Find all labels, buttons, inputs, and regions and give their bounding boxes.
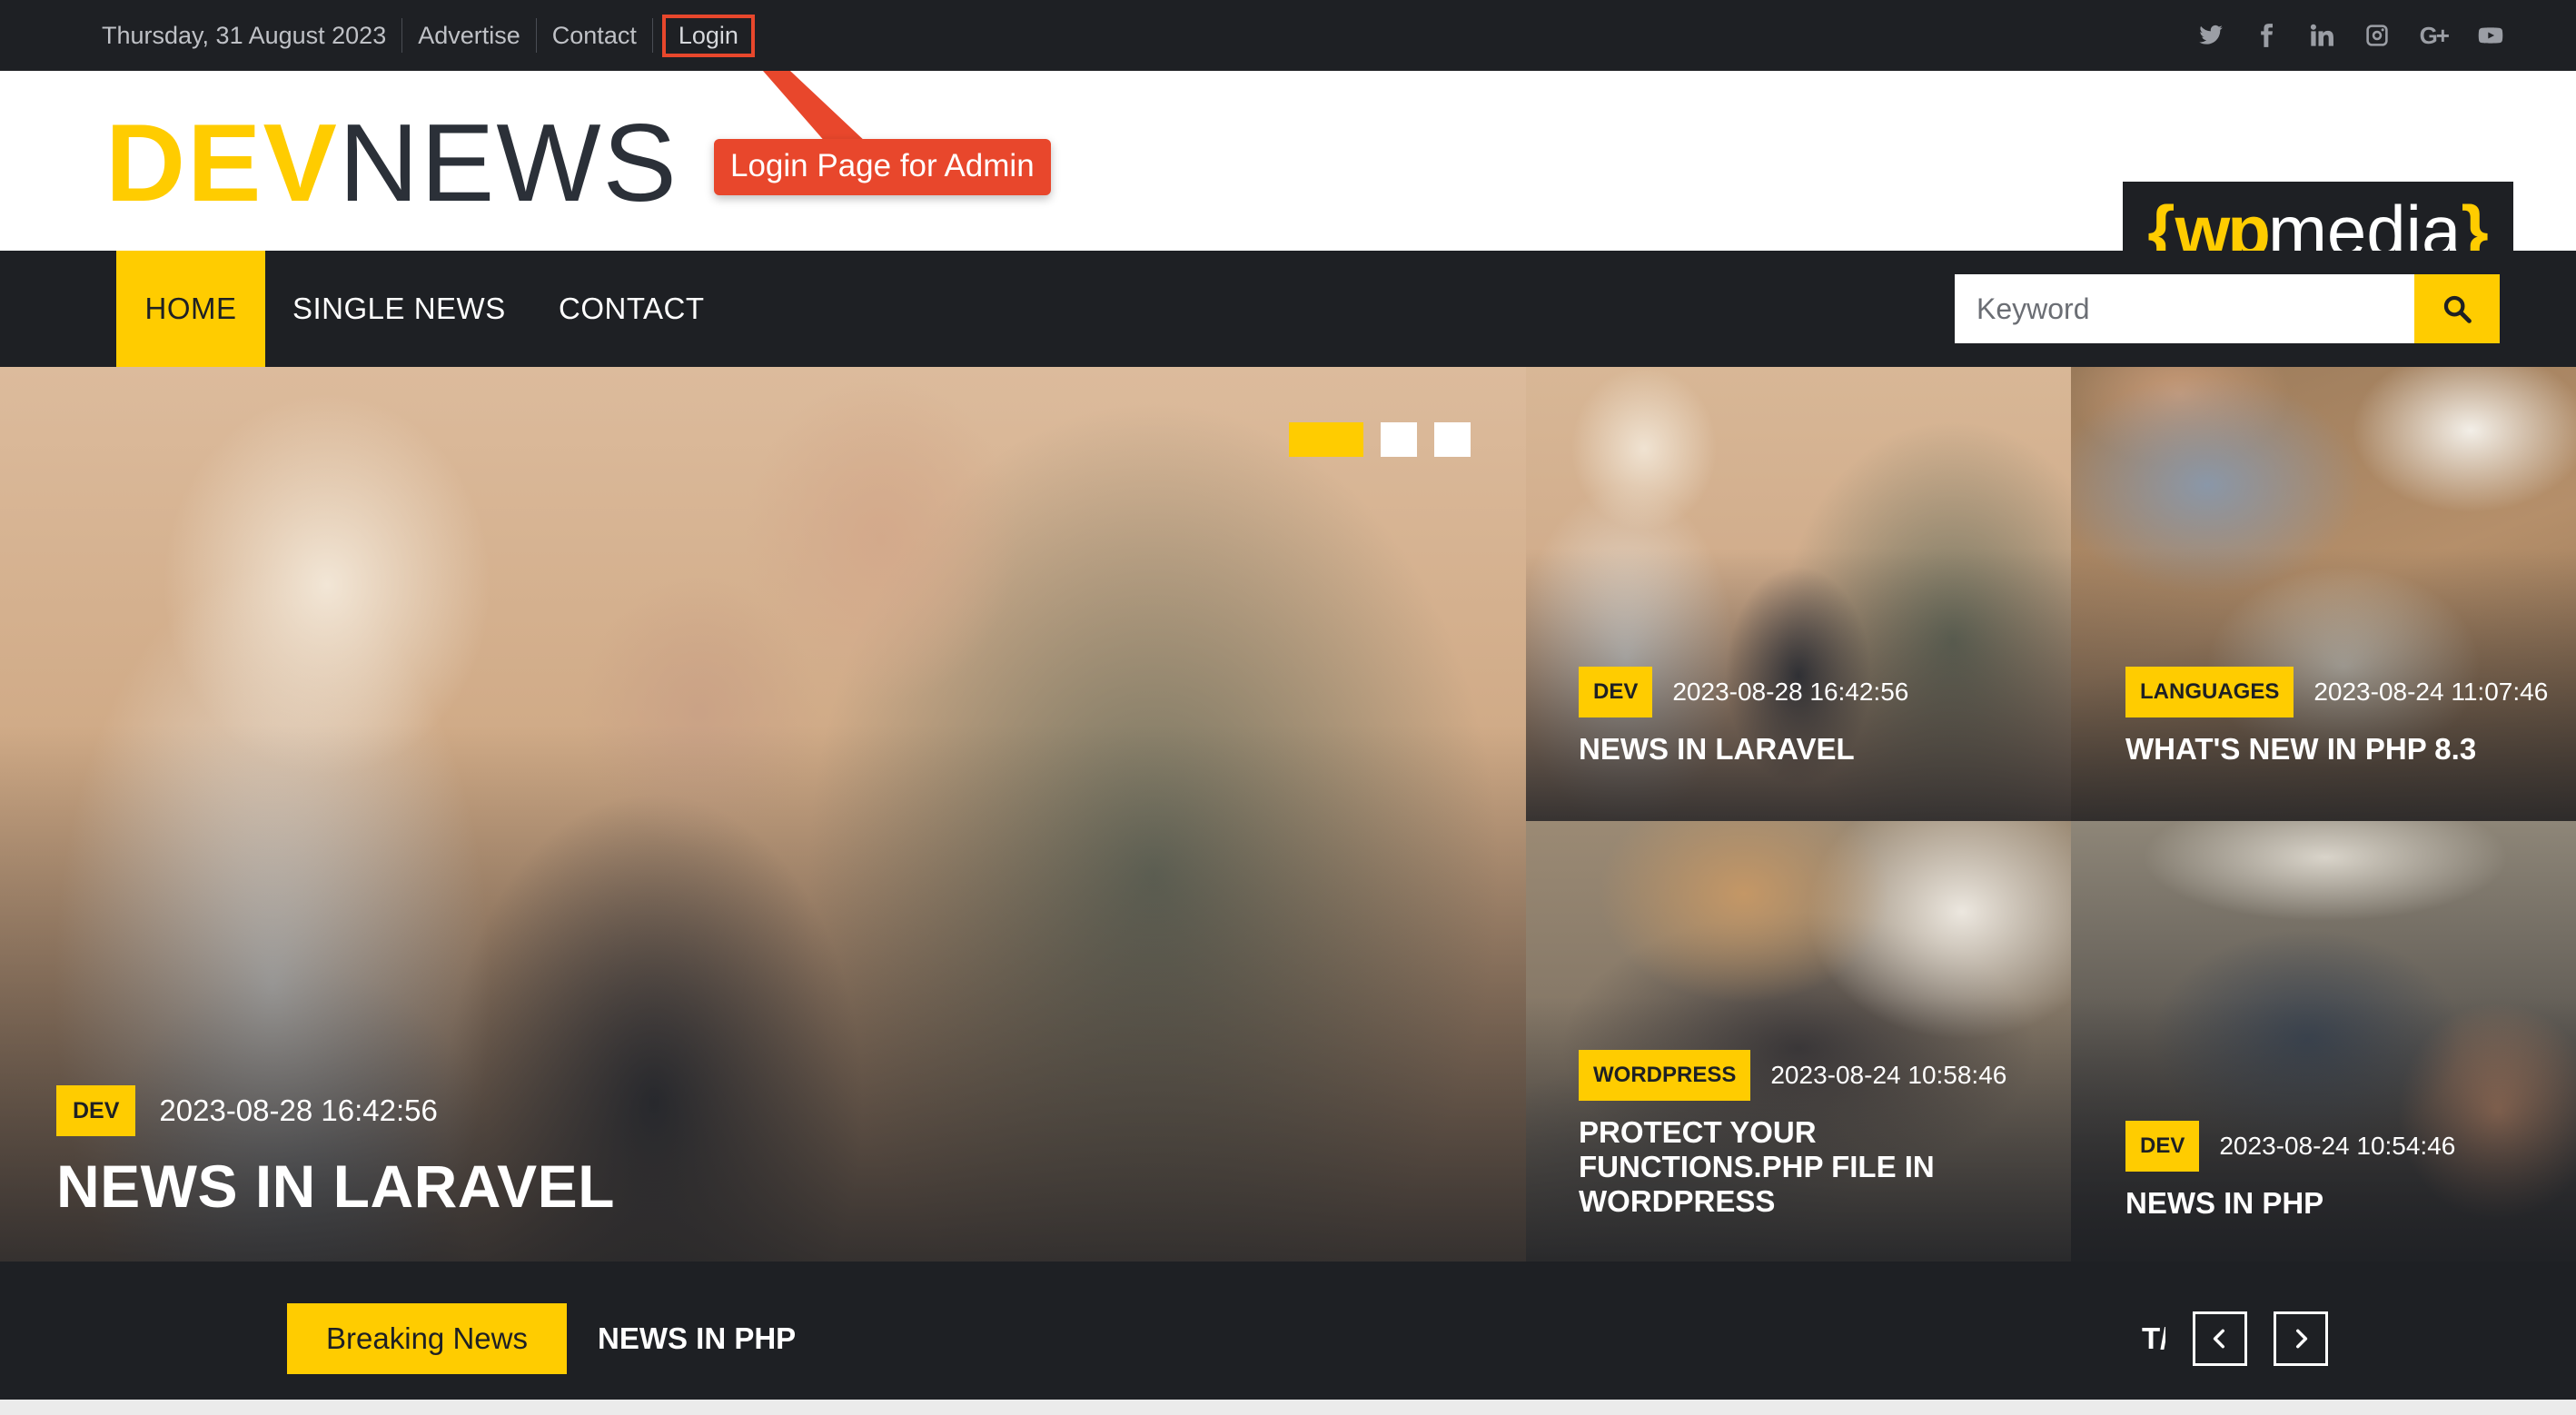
twitter-icon[interactable] bbox=[2198, 23, 2224, 48]
category-badge[interactable]: DEV bbox=[56, 1085, 136, 1136]
facebook-icon[interactable] bbox=[2254, 23, 2279, 48]
news-tile-title[interactable]: PROTECT YOUR FUNCTIONS.PHP FILE IN WORDP… bbox=[1579, 1115, 2006, 1219]
news-tile[interactable]: WORDPRESS 2023-08-24 10:58:46 PROTECT YO… bbox=[1526, 821, 2071, 1262]
nav-contact[interactable]: CONTACT bbox=[559, 251, 705, 367]
post-date: 2023-08-28 16:42:56 bbox=[159, 1093, 438, 1127]
category-badge[interactable]: LANGUAGES bbox=[2125, 667, 2294, 717]
divider bbox=[535, 18, 537, 53]
google-plus-icon[interactable]: G+ bbox=[2420, 22, 2450, 50]
chevron-right-icon bbox=[2296, 1329, 2308, 1349]
main-slide-title[interactable]: NEWS IN LARAVEL bbox=[56, 1152, 615, 1221]
post-date: 2023-08-24 10:54:46 bbox=[2219, 1132, 2456, 1160]
topbar: Thursday, 31 August 2023 Advertise Conta… bbox=[0, 0, 2576, 71]
topbar-links: Thursday, 31 August 2023 Advertise Conta… bbox=[102, 0, 755, 71]
current-date: Thursday, 31 August 2023 bbox=[102, 21, 387, 49]
breaking-news-headline[interactable]: NEWS IN PHP bbox=[598, 1303, 796, 1374]
linkedin-icon[interactable] bbox=[2309, 23, 2334, 48]
news-tile[interactable]: DEV 2023-08-24 10:54:46 NEWS IN PHP bbox=[2071, 821, 2576, 1262]
breaking-news-next-headline[interactable]: T/ bbox=[2142, 1303, 2165, 1374]
post-date: 2023-08-24 10:58:46 bbox=[1770, 1061, 2007, 1089]
post-date: 2023-08-24 11:07:46 bbox=[2313, 678, 2549, 706]
category-badge[interactable]: DEV bbox=[2125, 1121, 2200, 1172]
search-button[interactable] bbox=[2414, 274, 2500, 343]
news-tile[interactable]: LANGUAGES 2023-08-24 11:07:46 WHAT'S NEW… bbox=[2071, 367, 2576, 821]
news-tile[interactable]: DEV 2023-08-28 16:42:56 NEWS IN LARAVEL bbox=[1526, 367, 2071, 821]
news-tile-title[interactable]: WHAT'S NEW IN PHP 8.3 bbox=[2125, 732, 2561, 767]
search-form bbox=[1955, 274, 2500, 343]
category-badge[interactable]: WORDPRESS bbox=[1579, 1050, 1751, 1101]
news-tile-meta: DEV 2023-08-24 10:54:46 bbox=[2125, 1121, 2455, 1172]
post-date: 2023-08-28 16:42:56 bbox=[1672, 678, 1909, 706]
site-logo[interactable]: DEVNEWS bbox=[105, 107, 679, 218]
site-header: DEVNEWS {wp media} bbox=[0, 71, 2576, 280]
news-tile-meta: LANGUAGES 2023-08-24 11:07:46 bbox=[2125, 667, 2548, 717]
news-tile-meta: DEV 2023-08-28 16:42:56 bbox=[1579, 667, 1908, 717]
main-slide-meta: DEV 2023-08-28 16:42:56 bbox=[56, 1085, 438, 1136]
breaking-next-button[interactable] bbox=[2274, 1311, 2328, 1366]
breaking-prev-button[interactable] bbox=[2193, 1311, 2247, 1366]
category-badge[interactable]: DEV bbox=[1579, 667, 1653, 717]
breaking-news-label: Breaking News bbox=[287, 1303, 567, 1374]
nav-home[interactable]: HOME bbox=[116, 251, 265, 367]
logo-dev-text: DEV bbox=[105, 101, 339, 224]
divider bbox=[651, 18, 653, 53]
slider-dot[interactable] bbox=[1434, 422, 1471, 457]
chevron-left-icon bbox=[2213, 1329, 2224, 1349]
login-link[interactable]: Login bbox=[661, 14, 755, 57]
contact-link[interactable]: Contact bbox=[552, 22, 637, 50]
breaking-news-bar: Breaking News NEWS IN PHP T/ bbox=[0, 1262, 2576, 1400]
search-input[interactable] bbox=[1955, 274, 2414, 343]
news-tile-title[interactable]: NEWS IN PHP bbox=[2125, 1186, 2552, 1221]
login-callout: Login Page for Admin bbox=[714, 139, 1051, 195]
slider-dot[interactable] bbox=[1381, 422, 1417, 457]
youtube-icon[interactable] bbox=[2478, 23, 2503, 48]
search-icon bbox=[2443, 295, 2472, 323]
nav-single-news[interactable]: SINGLE NEWS bbox=[292, 251, 506, 367]
slider-dots bbox=[1289, 422, 1471, 457]
news-tile-meta: WORDPRESS 2023-08-24 10:58:46 bbox=[1579, 1050, 2006, 1101]
page-bottom-strip bbox=[0, 1400, 2576, 1415]
divider bbox=[401, 18, 403, 53]
social-links: G+ bbox=[2198, 0, 2503, 71]
logo-news-text: NEWS bbox=[338, 101, 679, 224]
slider-dot-active[interactable] bbox=[1289, 422, 1363, 457]
instagram-icon[interactable] bbox=[2364, 23, 2390, 48]
advertise-link[interactable]: Advertise bbox=[418, 22, 520, 50]
news-tile-title[interactable]: NEWS IN LARAVEL bbox=[1579, 732, 2033, 767]
